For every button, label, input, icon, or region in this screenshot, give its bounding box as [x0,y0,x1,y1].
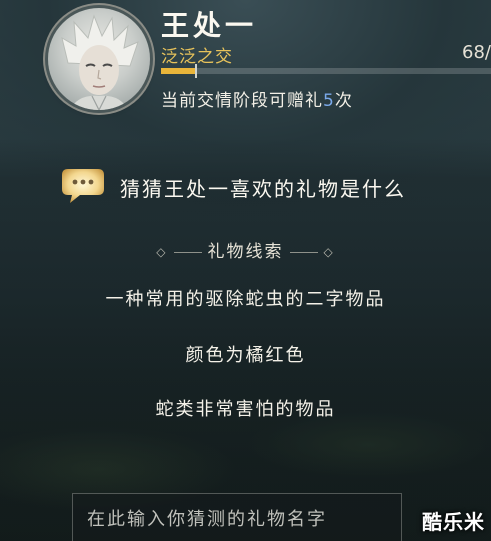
gift-times-text: 当前交情阶段可赠礼5次 [161,86,353,111]
character-avatar[interactable] [48,8,150,110]
progress-divider [195,64,197,78]
quiz-question: 猜猜王处一喜欢的礼物是什么 [120,177,406,201]
gift-times-count: 5 [323,91,335,111]
watermark-logo: 酷乐米 [422,510,485,534]
clue-item: 颜色为橘红色 [185,345,306,366]
clue-title: 礼物线索 [207,242,284,262]
left-diamond-icon: ◇ [156,245,168,259]
relation-stage: 泛泛之交 [161,47,233,67]
clue-header: ◇ 礼物线索 ◇ [0,237,491,262]
friendship-progress-bar: 68/ [161,42,491,74]
clue-item: 蛇类非常害怕的物品 [155,399,336,420]
left-divider-line [173,251,202,253]
portrait-icon [61,14,139,110]
chat-bubble-icon [60,165,106,205]
right-divider-line [289,251,318,253]
gift-times-suffix: 次 [334,91,353,111]
gift-times-prefix: 当前交情阶段可赠礼 [161,91,323,111]
friendship-progress-value: 68/ [462,42,491,63]
friendship-progress-fill [161,68,198,74]
character-name: 王处一 [161,9,258,42]
gift-guess-input[interactable]: 在此输入你猜测的礼物名字 [72,493,402,541]
right-diamond-icon: ◇ [323,245,335,259]
clue-item: 一种常用的驱除蛇虫的二字物品 [105,289,386,310]
